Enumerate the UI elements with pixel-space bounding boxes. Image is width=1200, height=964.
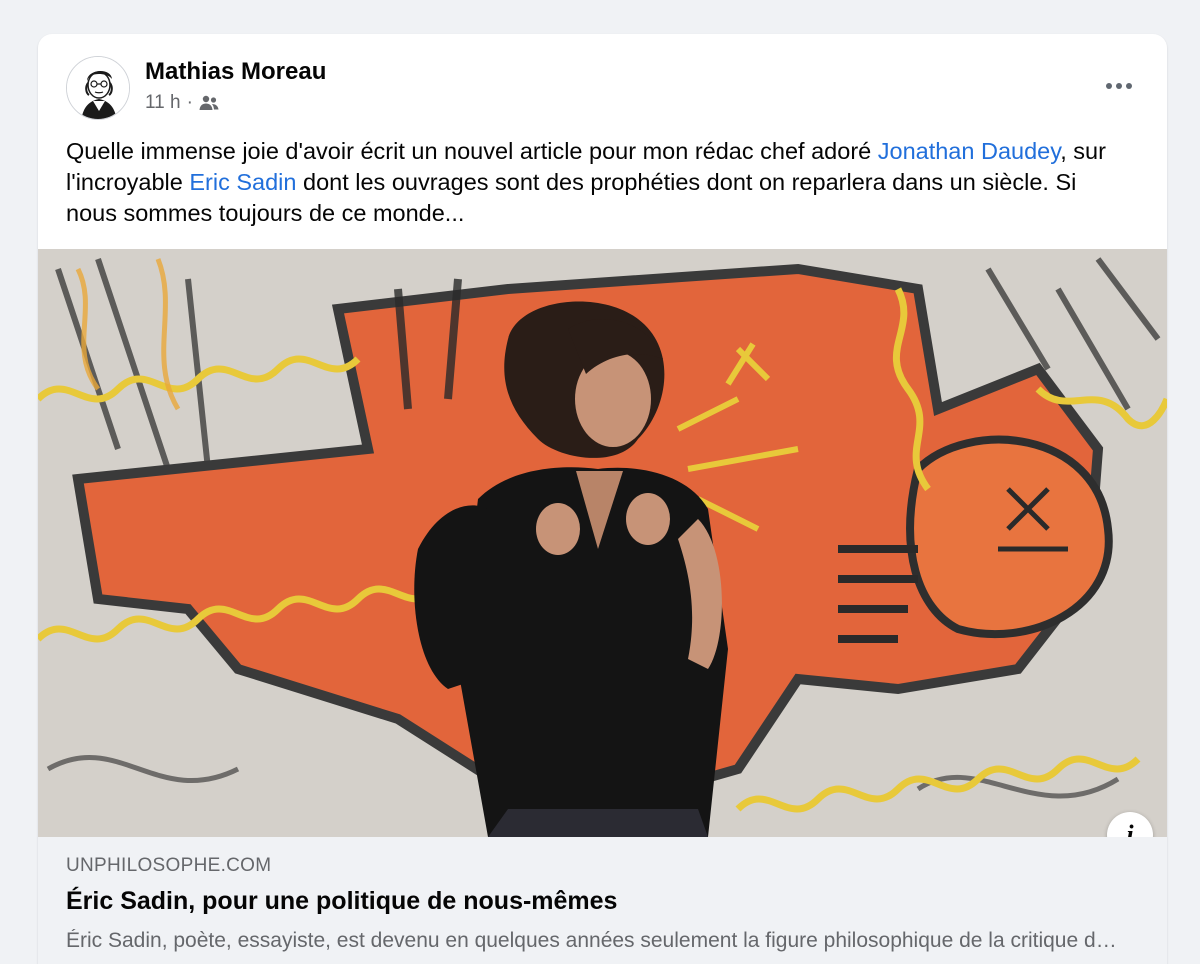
- link-preview[interactable]: UNPHILOSOPHE.COM Éric Sadin, pour une po…: [38, 837, 1167, 964]
- avatar[interactable]: [66, 56, 130, 120]
- link-description: Éric Sadin, poète, essayiste, est devenu…: [66, 929, 1126, 952]
- link-title[interactable]: Éric Sadin, pour une politique de nous-m…: [66, 887, 617, 916]
- author-name[interactable]: Mathias Moreau: [145, 58, 326, 86]
- meta-separator: ·: [186, 92, 193, 113]
- link-domain: UNPHILOSOPHE.COM: [66, 855, 272, 876]
- post-meta: 11 h ·: [145, 92, 219, 114]
- friends-icon[interactable]: [199, 94, 219, 112]
- post-text-part: Quelle immense joie d'avoir écrit un nou…: [66, 138, 878, 164]
- graffiti-photo: [38, 249, 1167, 837]
- post-timestamp[interactable]: 11 h: [145, 92, 181, 114]
- post-card: Mathias Moreau 11 h · Quelle immense joi…: [38, 34, 1167, 964]
- link-preview-image[interactable]: [38, 249, 1167, 837]
- more-options-button[interactable]: [1099, 66, 1139, 106]
- post-text: Quelle immense joie d'avoir écrit un nou…: [66, 136, 1126, 229]
- mention-link[interactable]: Eric Sadin: [189, 169, 296, 195]
- mention-link[interactable]: Jonathan Daudey: [878, 138, 1060, 164]
- avatar-illustration: [67, 57, 129, 119]
- more-options-icon: [1106, 83, 1112, 89]
- post-header: Mathias Moreau 11 h ·: [38, 34, 1167, 134]
